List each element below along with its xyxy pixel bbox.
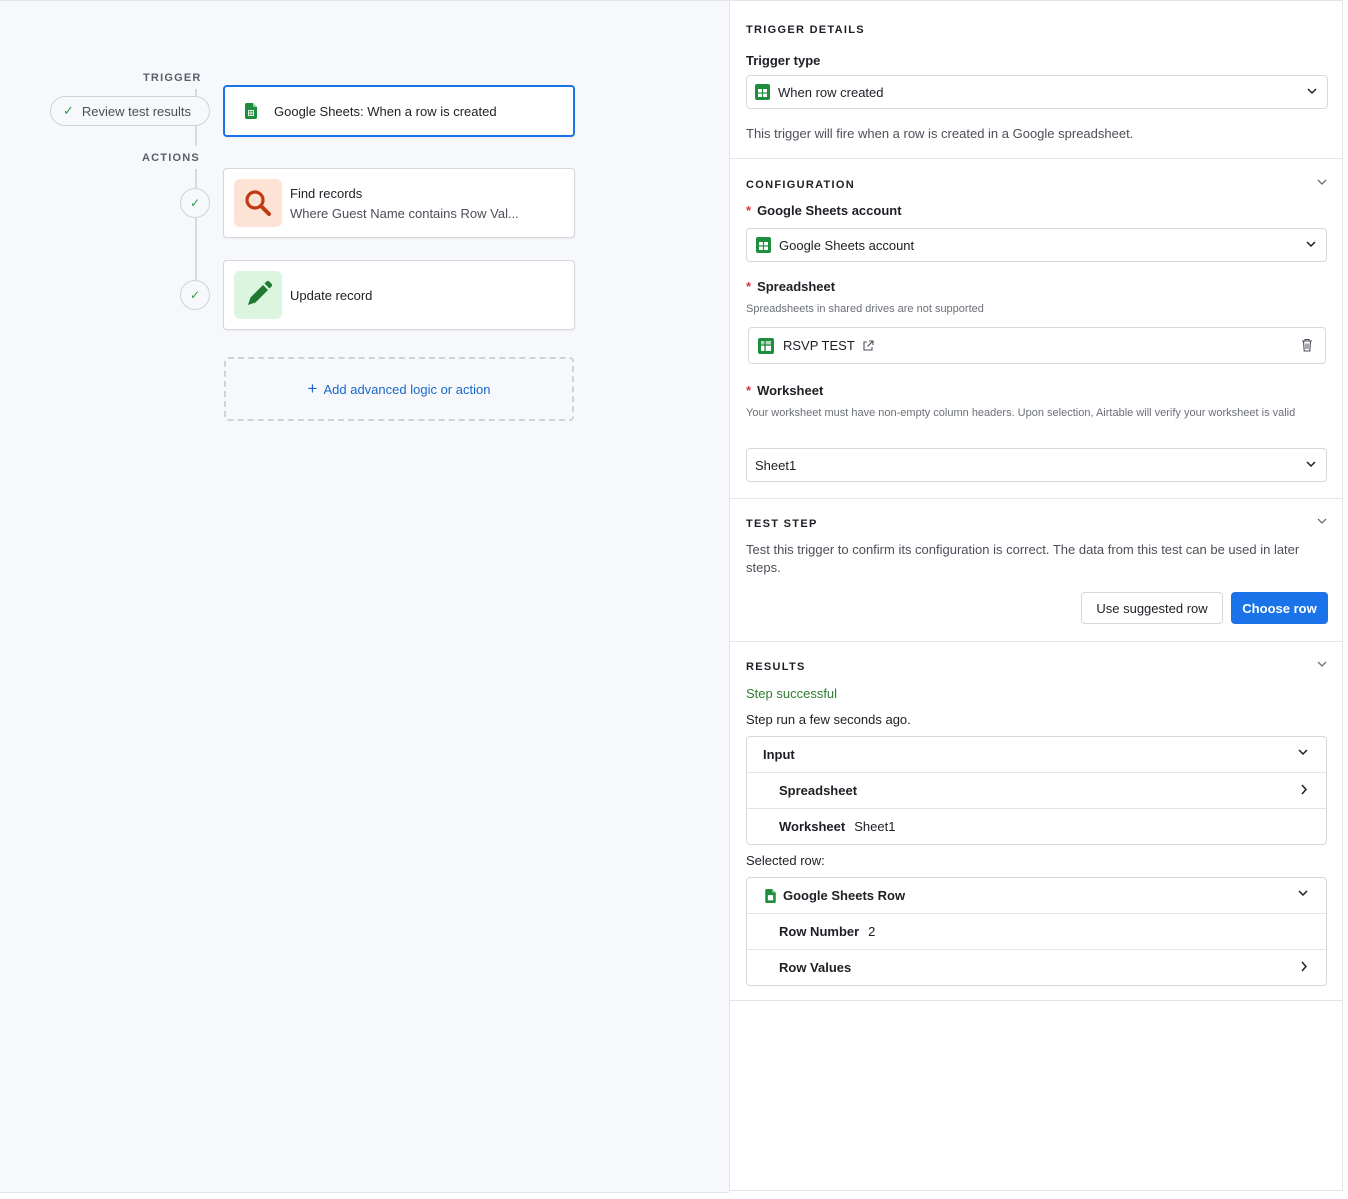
row-number-row: Row Number 2 [747,914,1326,950]
required-mark: * [746,383,752,398]
test-step-description: Test this trigger to confirm its configu… [746,542,1300,575]
chevron-down-icon [1306,461,1316,468]
row-values-row[interactable]: Row Values [747,950,1326,985]
step-run-time: Step run a few seconds ago. [746,712,911,727]
row-title: Google Sheets Row [783,888,906,903]
external-link-icon[interactable] [862,339,874,352]
step-status: Step successful [746,686,838,701]
choose-row-button[interactable]: Choose row [1231,592,1328,624]
workflow-canvas: TRIGGER ✓ Review test results ACTIONS Go… [0,0,729,1193]
row-field-key: Row Number [779,924,860,939]
step-status-check-icon: ✓ [180,188,210,218]
review-pill-label: Review test results [81,103,191,119]
account-label-text: Google Sheets account [757,203,902,218]
trigger-card[interactable]: Google Sheets: When a row is created [223,85,575,137]
input-header-row[interactable]: Input [747,737,1326,773]
use-suggested-row-button[interactable]: Use suggested row [1081,592,1223,624]
input-key: Worksheet [779,819,846,834]
spreadsheet-file-icon [758,337,774,354]
section-heading: TRIGGER DETAILS [746,24,865,36]
pencil-icon [234,271,282,319]
trigger-card-title: Google Sheets: When a row is created [274,104,497,119]
check-icon: ✓ [63,103,74,118]
chevron-down-icon[interactable] [1317,661,1327,671]
row-field-value: 2 [868,924,876,939]
test-step-section: TEST STEP Test this trigger to confirm i… [730,498,1343,642]
input-label: Input [763,747,795,762]
connector-line [195,89,197,96]
trigger-type-value: When row created [778,84,884,100]
input-key: Spreadsheet [779,783,858,798]
worksheet-select[interactable]: Sheet1 [746,448,1327,482]
input-table: Input Spreadsheet Worksheet Sheet1 [746,736,1327,845]
trigger-details-panel: TRIGGER DETAILS Trigger type When row cr… [729,0,1343,1191]
section-heading: RESULTS [746,661,806,673]
trigger-section-label: TRIGGER [143,72,202,84]
chevron-right-icon [1301,961,1308,972]
section-heading: CONFIGURATION [746,179,855,191]
spreadsheet-chip[interactable]: RSVP TEST [748,327,1326,364]
add-action-label: Add advanced logic or action [323,381,491,397]
search-icon [234,179,282,227]
input-row-worksheet: Worksheet Sheet1 [747,809,1326,844]
selected-row-label: Selected row: [746,853,825,868]
chevron-down-icon [1298,749,1308,756]
spreadsheet-label-text: Spreadsheet [757,279,836,294]
connector-line [195,169,197,289]
input-value: Sheet1 [854,819,896,834]
worksheet-hint: Your worksheet must have non-empty colum… [746,407,1296,419]
action-title: Find records [290,186,363,201]
chevron-down-icon [1307,88,1317,95]
worksheet-value: Sheet1 [755,457,797,473]
actions-section-label: ACTIONS [142,152,200,164]
action-title: Update record [290,288,373,303]
results-section: RESULTS Step successful Step run a few s… [730,641,1343,1001]
review-test-results-pill[interactable]: ✓ Review test results [50,96,210,126]
configuration-section: CONFIGURATION * Google Sheets account Goo… [730,158,1343,499]
connector-line [195,126,197,146]
google-sheets-row-header[interactable]: Google Sheets Row [747,878,1326,914]
trigger-description: This trigger will fire when a row is cre… [746,126,1134,141]
spreadsheet-value: RSVP TEST [783,338,855,353]
trigger-type-label: Trigger type [746,53,821,68]
step-status-check-icon: ✓ [180,280,210,310]
chevron-down-icon [1306,241,1316,248]
plus-icon: + [307,379,318,398]
account-value: Google Sheets account [779,237,915,253]
section-heading: TEST STEP [746,518,818,530]
worksheet-label-text: Worksheet [757,383,824,398]
google-sheets-icon [245,103,257,119]
chevron-down-icon[interactable] [1317,518,1327,528]
trigger-details-section: TRIGGER DETAILS Trigger type When row cr… [730,1,1343,159]
input-row-spreadsheet[interactable]: Spreadsheet [747,773,1326,809]
chevron-down-icon[interactable] [1317,179,1327,189]
required-mark: * [746,203,752,218]
google-sheets-icon [756,237,771,253]
add-advanced-logic-button[interactable]: + Add advanced logic or action [224,357,574,421]
google-sheets-account-select[interactable]: Google Sheets account [746,228,1327,262]
spreadsheet-field-label: * Spreadsheet [746,279,835,294]
required-mark: * [746,279,752,294]
action-card-update-record[interactable]: Update record [223,260,575,330]
action-subtitle: Where Guest Name contains Row Val... [290,206,519,221]
selected-row-table: Google Sheets Row Row Number 2 Row Value… [746,877,1327,986]
account-field-label: * Google Sheets account [746,203,902,218]
chevron-down-icon [1298,890,1308,897]
google-sheets-icon [755,84,770,100]
spreadsheet-hint: Spreadsheets in shared drives are not su… [746,303,984,315]
google-sheets-icon [765,888,776,903]
action-card-find-records[interactable]: Find records Where Guest Name contains R… [223,168,575,238]
trigger-type-select[interactable]: When row created [746,75,1328,109]
trash-icon[interactable] [1301,338,1313,352]
row-field-key: Row Values [779,960,852,975]
worksheet-field-label: * Worksheet [746,383,823,398]
chevron-right-icon [1301,784,1308,795]
